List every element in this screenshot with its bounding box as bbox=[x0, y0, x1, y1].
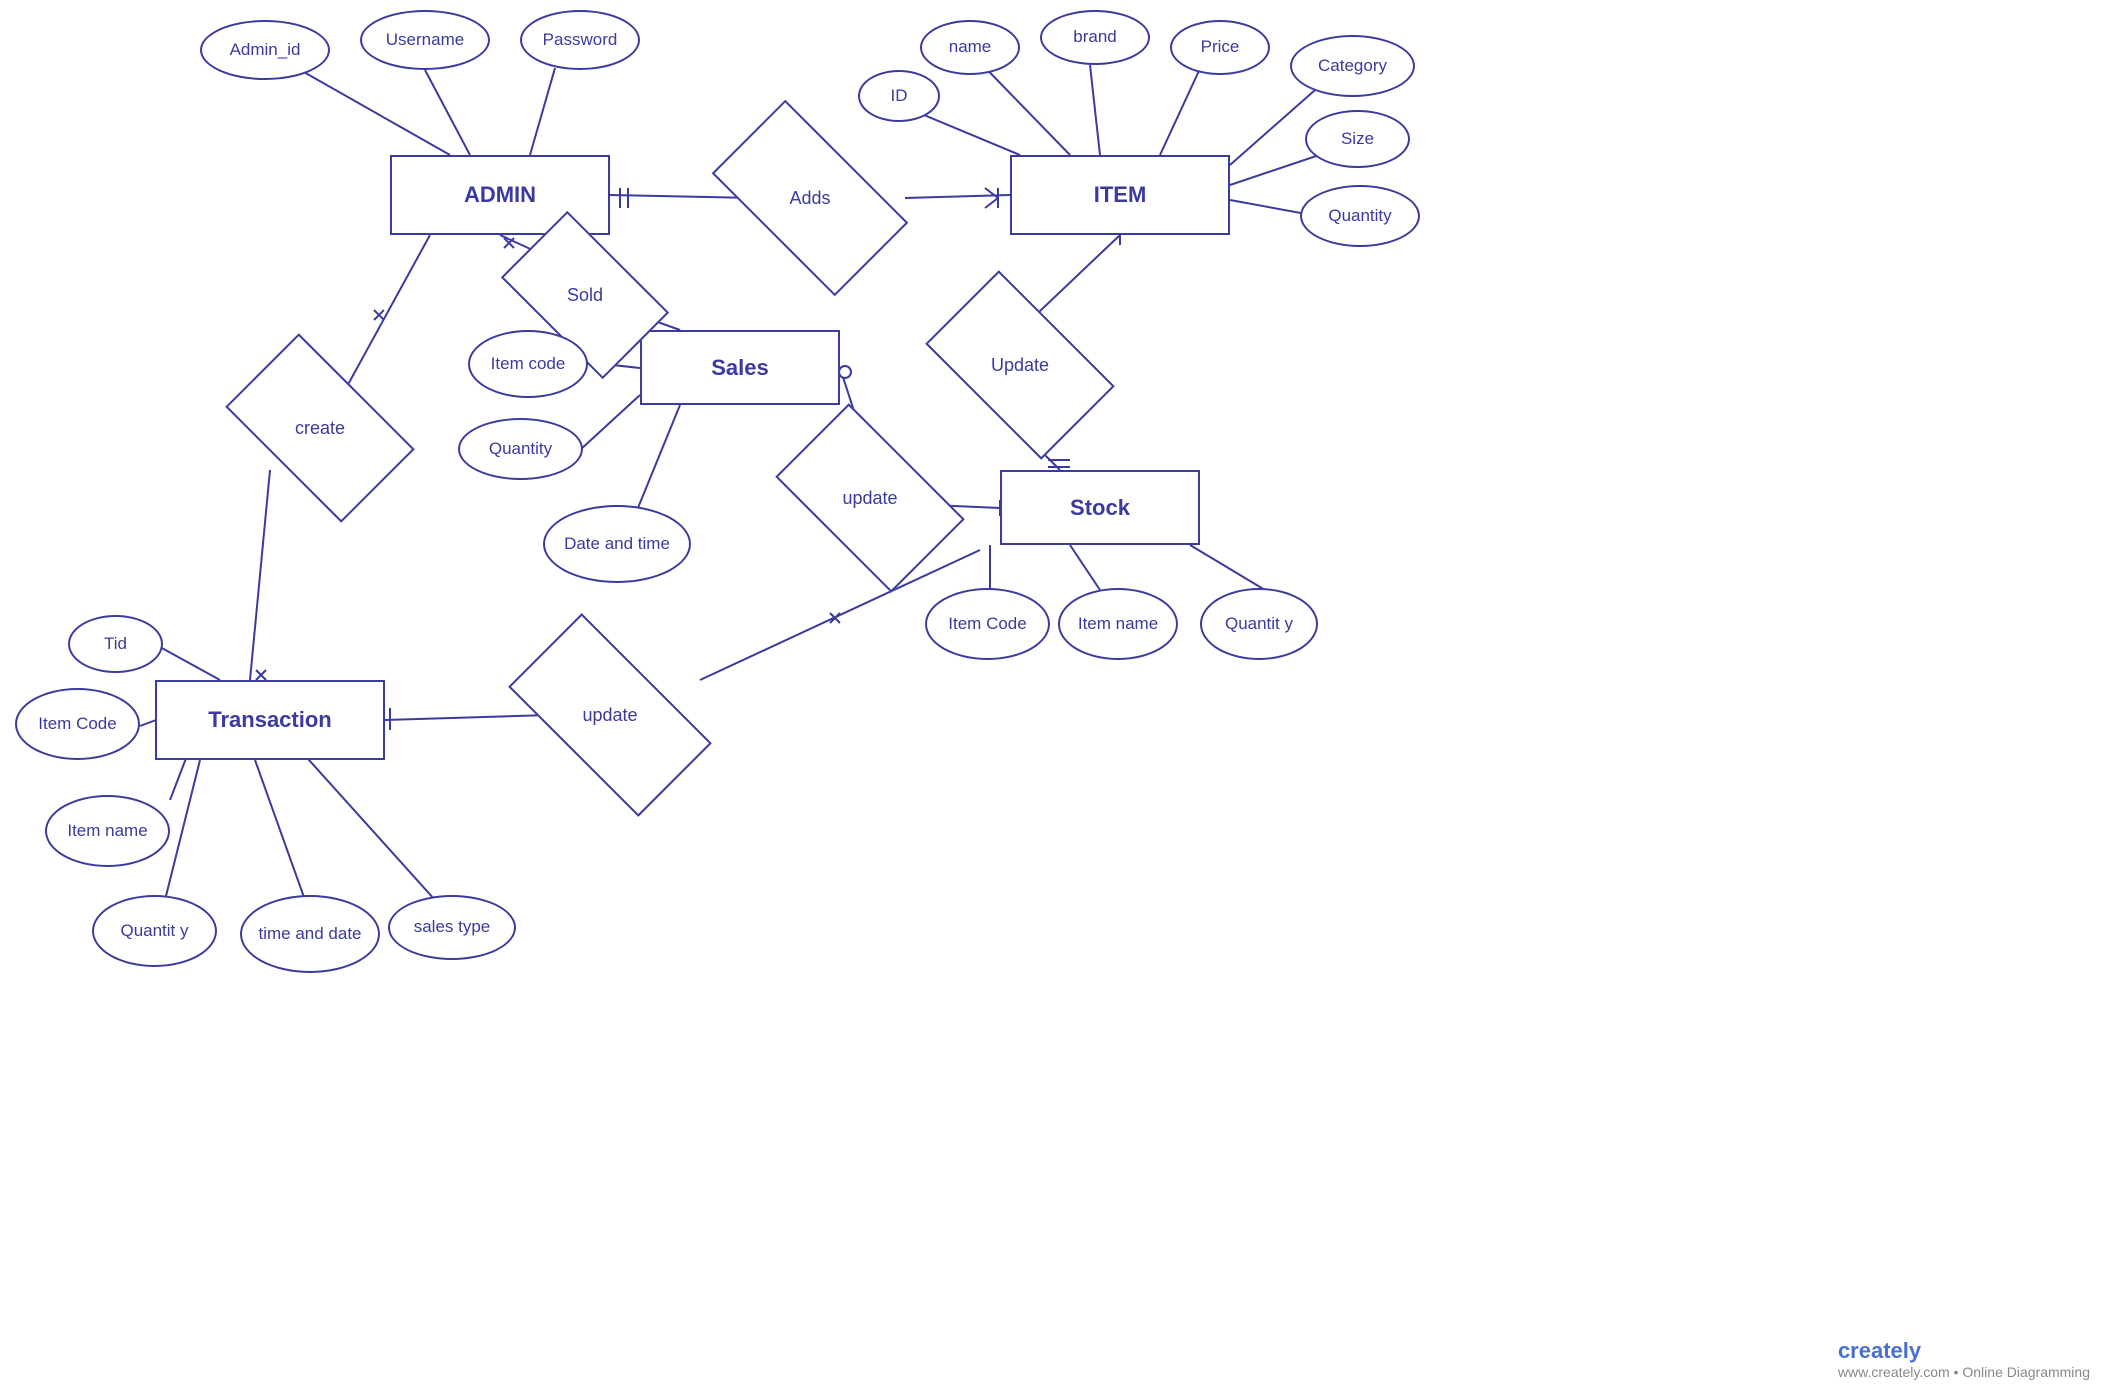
attr-item-category: Category bbox=[1290, 35, 1415, 97]
watermark-sub: www.creately.com • Online Diagramming bbox=[1838, 1364, 2090, 1380]
attr-sales-datetime: Date and time bbox=[543, 505, 691, 583]
attr-sales-quantity: Quantity bbox=[458, 418, 583, 480]
entity-sales: Sales bbox=[640, 330, 840, 405]
attr-trans-salestype: sales type bbox=[388, 895, 516, 960]
attr-item-brand: brand bbox=[1040, 10, 1150, 65]
attr-password: Password bbox=[520, 10, 640, 70]
attr-trans-tid: Tid bbox=[68, 615, 163, 673]
watermark: creately www.creately.com • Online Diagr… bbox=[1838, 1338, 2090, 1380]
attr-stock-itemname: Item name bbox=[1058, 588, 1178, 660]
watermark-brand: creately bbox=[1838, 1338, 2090, 1364]
attr-item-size: Size bbox=[1305, 110, 1410, 168]
relationship-update-stock: Update bbox=[940, 315, 1100, 415]
entity-item: ITEM bbox=[1010, 155, 1230, 235]
attr-item-price: Price bbox=[1170, 20, 1270, 75]
relationship-sold: Sold bbox=[515, 250, 655, 340]
attr-trans-quantity: Quantit y bbox=[92, 895, 217, 967]
attr-admin-id: Admin_id bbox=[200, 20, 330, 80]
relationship-update2: update bbox=[520, 665, 700, 765]
attr-item-name: name bbox=[920, 20, 1020, 75]
diagram-container: ADMIN ITEM Sales Stock Transaction Adds … bbox=[0, 0, 2120, 1400]
attr-item-id: ID bbox=[858, 70, 940, 122]
entity-stock: Stock bbox=[1000, 470, 1200, 545]
attr-item-quantity: Quantity bbox=[1300, 185, 1420, 247]
relationship-adds: Adds bbox=[725, 148, 895, 248]
attr-trans-itemname: Item name bbox=[45, 795, 170, 867]
attr-sales-itemcode: Item code bbox=[468, 330, 588, 398]
relationship-create: create bbox=[240, 378, 400, 478]
attr-username: Username bbox=[360, 10, 490, 70]
entity-transaction: Transaction bbox=[155, 680, 385, 760]
attr-stock-quantity: Quantit y bbox=[1200, 588, 1318, 660]
attr-trans-itemcode: Item Code bbox=[15, 688, 140, 760]
attr-stock-itemcode: Item Code bbox=[925, 588, 1050, 660]
attr-trans-timedate: time and date bbox=[240, 895, 380, 973]
relationship-update-rel: update bbox=[790, 448, 950, 548]
